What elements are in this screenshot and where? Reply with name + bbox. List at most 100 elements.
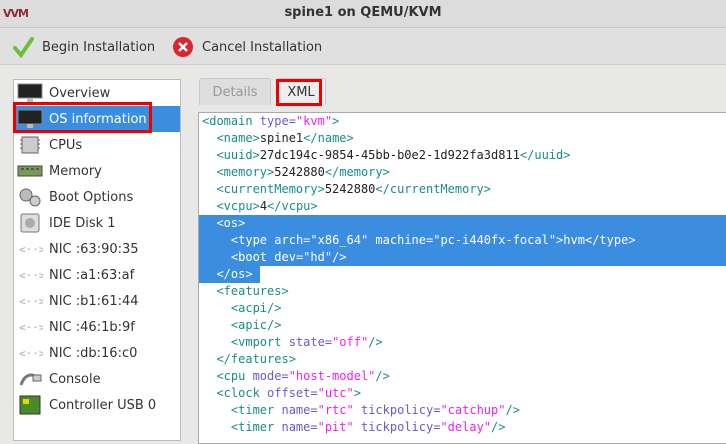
xml-line: <clock offset="utc"> (199, 385, 726, 402)
xml-token-txt: 5242880 (324, 182, 376, 196)
sidebar-item-nic-b1-61-44[interactable]: <··> NIC :b1:61:44 (14, 288, 180, 314)
xml-token-txt: hvm (563, 233, 585, 247)
cancel-installation-label: Cancel Installation (202, 39, 323, 55)
svg-text:<··>: <··> (19, 269, 43, 282)
xml-token-tag: <os> (216, 216, 246, 230)
xml-token-tag: <uuid> (216, 148, 260, 162)
nic-icon: <··> (17, 265, 43, 285)
toolbar: Begin Installation Cancel Installation (0, 28, 726, 65)
xml-line: <currentMemory>5242880</currentMemory> (199, 181, 726, 198)
xml-token-tag: > (353, 386, 361, 400)
xml-token-tag: <memory> (216, 165, 275, 179)
xml-line: <boot dev="hd"/> (199, 249, 726, 266)
sidebar-item-nic-46-1b-9f[interactable]: <··> NIC :46:1b:9f (14, 314, 180, 340)
memory-icon (17, 161, 43, 181)
tab-xml-label: XML (287, 84, 315, 100)
xml-token-val: "catchup" (440, 403, 506, 417)
xml-token-tag: </os> (216, 267, 253, 281)
hardware-list: Overview OS information CPUs Memory Boot Opt… (13, 79, 181, 441)
sidebar-item-memory[interactable]: Memory (14, 158, 180, 184)
xml-token-tag: <features> (216, 284, 289, 298)
xml-token-val: "delay" (440, 420, 492, 434)
xml-token-val: "pc-i440fx-focal" (433, 233, 557, 247)
xml-token-tag: </currentMemory> (375, 182, 491, 196)
sidebar-item-label: Boot Options (49, 189, 134, 205)
xml-token-attr: name= (281, 420, 318, 434)
xml-token-attr: state= (288, 335, 333, 349)
xml-token-tag: <currentMemory> (216, 182, 325, 196)
xml-line: <memory>5242880</memory> (199, 164, 726, 181)
xml-line: <features> (199, 283, 726, 300)
xml-line: <name>spine1</name> (199, 130, 726, 147)
nic-icon: <··> (17, 239, 43, 259)
checkmark-icon (12, 36, 34, 58)
sidebar-item-controller-usb-0[interactable]: Controller USB 0 (14, 392, 180, 418)
svg-text:<··>: <··> (19, 243, 43, 256)
xml-token-val: "x86_64" (310, 233, 376, 247)
sidebar-item-label: IDE Disk 1 (49, 215, 116, 231)
xml-token-tag: </type> (584, 233, 636, 247)
xml-token-attr: mode= (252, 369, 289, 383)
xml-line: <vcpu>4</vcpu> (199, 198, 726, 215)
xml-token-tag: </memory> (324, 165, 390, 179)
xml-token-tag: /> (505, 403, 520, 417)
sidebar-item-label: OS information (49, 111, 147, 127)
tab-xml[interactable]: XML (276, 78, 326, 105)
xml-token-tag: <vmport (230, 335, 289, 349)
xml-token-val: "rtc" (317, 403, 361, 417)
sidebar-item-nic-db-16-c0[interactable]: <··> NIC :db:16:c0 (14, 340, 180, 366)
tab-details[interactable]: Details (199, 78, 271, 105)
sidebar-item-label: NIC :db:16:c0 (49, 345, 138, 361)
xml-line: <timer name="rtc" tickpolicy="catchup"/> (199, 402, 726, 419)
xml-token-tag: <clock (216, 386, 268, 400)
xml-token-tag: </vcpu> (267, 199, 318, 213)
xml-token-val: "utc" (317, 386, 354, 400)
svg-text:<··>: <··> (19, 295, 43, 308)
console-icon (17, 369, 43, 389)
xml-token-txt: spine1 (259, 131, 304, 145)
xml-line: <apic/> (199, 317, 726, 334)
begin-installation-button[interactable]: Begin Installation (12, 36, 155, 58)
sidebar-item-label: Overview (49, 85, 111, 101)
xml-line: <os> (199, 215, 726, 232)
disk-icon (17, 213, 43, 233)
xml-token-val: "off" (332, 335, 369, 349)
xml-token-attr: dev= (274, 250, 304, 264)
cpu-icon (17, 135, 43, 155)
nic-icon: <··> (17, 317, 43, 337)
sidebar-item-cpus[interactable]: CPUs (14, 132, 180, 158)
xml-token-tag: /> (375, 369, 390, 383)
xml-line: <domain type="kvm"> (199, 113, 726, 130)
xml-token-val: "kvm" (295, 114, 333, 128)
sidebar-item-label: Controller USB 0 (49, 397, 157, 413)
tab-details-label: Details (212, 84, 258, 100)
xml-token-txt: 4 (259, 199, 268, 213)
sidebar-item-boot-options[interactable]: Boot Options (14, 184, 180, 210)
sidebar-item-console[interactable]: Console (14, 366, 180, 392)
sidebar-item-label: NIC :63:90:35 (49, 241, 139, 257)
xml-token-tag: </features> (216, 352, 296, 366)
xml-token-tag: <apic/> (230, 318, 282, 332)
xml-token-attr: name= (281, 403, 318, 417)
sidebar-item-label: Console (49, 371, 101, 387)
xml-line: <cpu mode="host-model"/> (199, 368, 726, 385)
xml-token-tag: <acpi/> (230, 301, 282, 315)
begin-installation-label: Begin Installation (42, 39, 156, 55)
cancel-installation-button[interactable]: Cancel Installation (172, 36, 322, 58)
nic-icon: <··> (17, 343, 43, 363)
sidebar-item-ide-disk-1[interactable]: IDE Disk 1 (14, 210, 180, 236)
xml-token-val: "hd" (303, 250, 333, 264)
sidebar-item-nic-63-90-35[interactable]: <··> NIC :63:90:35 (14, 236, 180, 262)
xml-token-tag: <type (230, 233, 275, 247)
xml-token-tag: <boot (230, 250, 275, 264)
sidebar-item-os-information[interactable]: OS information (14, 106, 180, 132)
sidebar-item-overview[interactable]: Overview (14, 80, 180, 106)
xml-token-tag: /> (368, 335, 383, 349)
xml-editor[interactable]: <domain type="kvm"> <name>spine1</name> … (198, 112, 726, 444)
usb-controller-icon (17, 395, 43, 415)
title-bar: VVM spine1 on QEMU/KVM (0, 0, 726, 28)
sidebar-item-nic-a1-63-af[interactable]: <··> NIC :a1:63:af (14, 262, 180, 288)
xml-token-tag: <domain (202, 114, 260, 128)
xml-token-tag: <timer (230, 403, 282, 417)
xml-token-tag: </name> (303, 131, 354, 145)
